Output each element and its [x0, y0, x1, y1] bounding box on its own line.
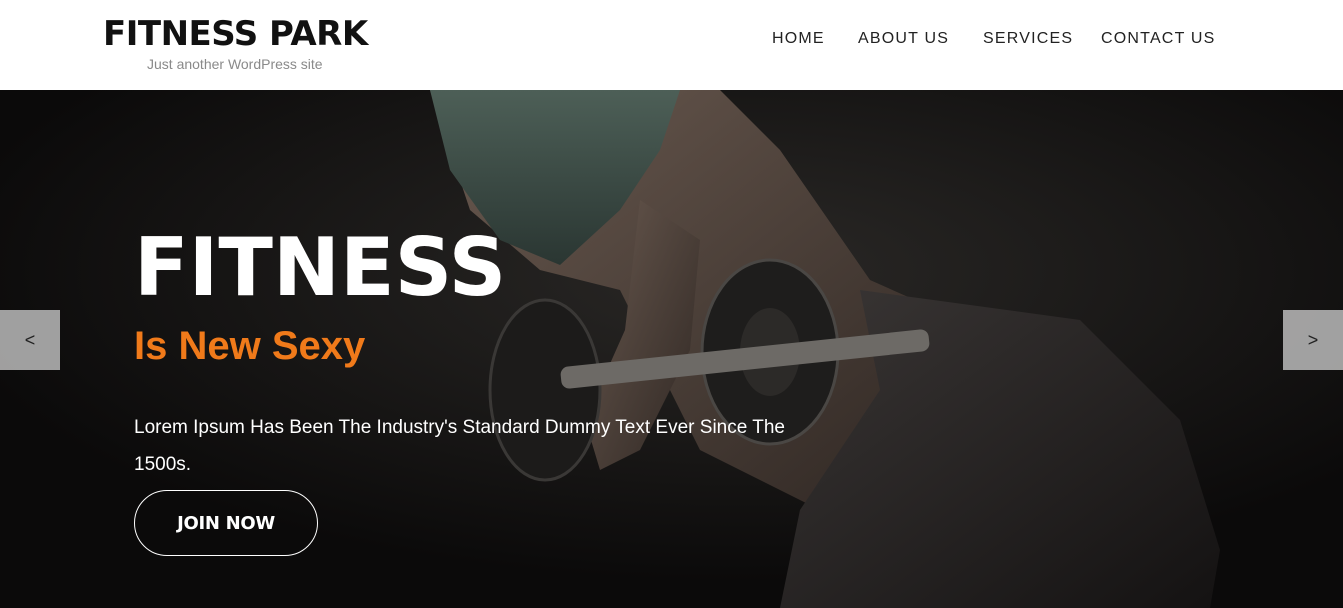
slide-description: Lorem Ipsum Has Been The Industry's Stan…	[134, 417, 785, 475]
chevron-right-icon: >	[1307, 329, 1319, 350]
hero-slider: FITNESS Is New Sexy Lorem Ipsum Has Been…	[0, 90, 1343, 608]
chevron-left-icon: <	[24, 329, 36, 350]
slide-title: FITNESS	[134, 221, 507, 314]
nav-item-home[interactable]: HOME	[772, 29, 825, 49]
site-tagline: Just another WordPress site	[147, 56, 323, 72]
nav-item-about-us[interactable]: ABOUT US	[858, 29, 949, 49]
nav-item-services[interactable]: SERVICES	[983, 29, 1073, 49]
nav-item-contact-us[interactable]: CONTACT US	[1101, 29, 1216, 49]
previous-slide-button[interactable]: <	[0, 310, 60, 370]
join-now-button[interactable]: JOIN NOW	[134, 490, 318, 556]
next-slide-button[interactable]: >	[1283, 310, 1343, 370]
site-branding: FITNESS PARK Just another WordPress site	[103, 14, 383, 72]
site-title[interactable]: FITNESS PARK	[103, 14, 383, 54]
slide-subtitle: Is New Sexy	[134, 324, 366, 368]
site-header: FITNESS PARK Just another WordPress site…	[0, 0, 1343, 90]
